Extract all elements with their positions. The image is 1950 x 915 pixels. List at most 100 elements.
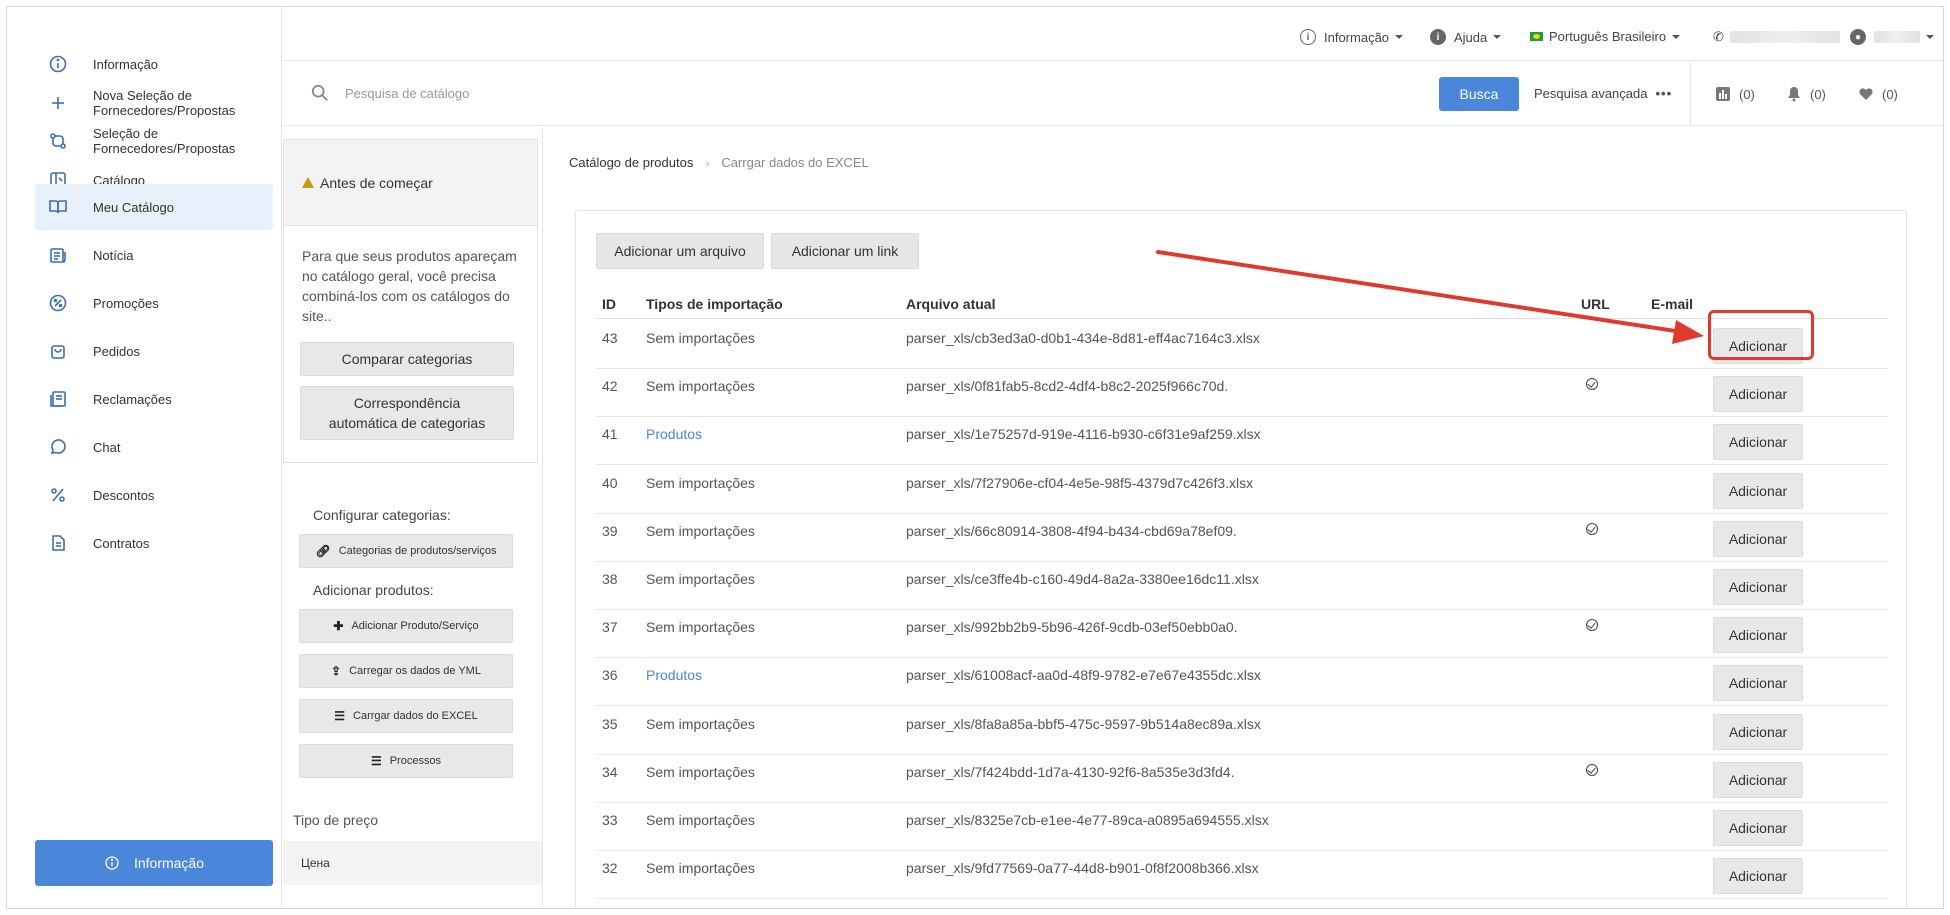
- load-excel-button[interactable]: ☰ Carrgar dados do EXCEL: [299, 699, 513, 733]
- table-row: 33 Sem importações parser_xls/8325e7cb-e1e…: [596, 803, 1888, 851]
- add-link-button[interactable]: Adicionar um link: [771, 233, 919, 269]
- before-start-header: Antes de começar: [283, 139, 538, 225]
- header-url: URL: [1581, 296, 1610, 312]
- bag-icon: [47, 340, 69, 362]
- add-file-button[interactable]: Adicionar um arquivo: [596, 233, 764, 269]
- language-menu-label: Português Brasileiro: [1549, 29, 1667, 44]
- catalog-side-panel: Antes de começar Para que seus produtos …: [283, 127, 543, 908]
- breadcrumb-root-link[interactable]: Catálogo de produtos: [569, 155, 693, 170]
- news-icon: [47, 244, 69, 266]
- book-icon: [47, 196, 69, 218]
- nav-item-reclamacoes[interactable]: Reclamações: [35, 376, 273, 422]
- nav-item-meu-catalogo[interactable]: Meu Catálogo: [35, 184, 273, 230]
- info-icon: i: [1300, 29, 1316, 45]
- nav-item-promocoes[interactable]: Promoções: [35, 280, 273, 326]
- username-redacted: [1874, 31, 1920, 43]
- cell-import-type: Sem importações: [646, 571, 755, 587]
- nav-item-contratos[interactable]: Contratos: [35, 520, 273, 566]
- add-button[interactable]: Adicionar: [1713, 569, 1803, 605]
- product-categories-button[interactable]: 🔗︎ Categorias de produtos/serviços: [299, 534, 513, 568]
- header-id: ID: [602, 296, 616, 312]
- header-email: E-mail: [1651, 296, 1694, 312]
- processes-button[interactable]: ☰ Processos: [299, 744, 513, 778]
- cell-current-file: parser_xls/ce3ffe4b-c160-49d4-8a2a-3380e…: [906, 571, 1259, 587]
- language-menu[interactable]: Português Brasileiro: [1530, 29, 1681, 44]
- before-start-title: Antes de começar: [320, 174, 433, 191]
- nav-item-descontos[interactable]: Descontos: [35, 472, 273, 518]
- cell-import-type[interactable]: Produtos: [646, 426, 702, 442]
- cell-import-type: Sem importações: [646, 522, 755, 539]
- list-icon: ☰: [370, 754, 382, 768]
- cell-id: 37: [602, 619, 618, 636]
- cell-current-file: parser_xls/8fa8a85a-bbf5-475c-9597-9b514…: [906, 715, 1261, 732]
- breadcrumb-separator: ›: [705, 155, 710, 170]
- add-product-label: Adicionar Produto/Serviço: [351, 620, 479, 632]
- notifications-counter[interactable]: (0): [1786, 86, 1826, 102]
- info-icon: [47, 53, 69, 75]
- nav-label: Chat: [93, 439, 121, 455]
- help-menu[interactable]: i Ajuda: [1430, 29, 1502, 45]
- add-button[interactable]: Adicionar: [1713, 617, 1803, 654]
- nav-label-line: Fornecedores/Propostas: [93, 103, 236, 118]
- info-button[interactable]: Informação: [35, 840, 273, 886]
- table-row: 32 Sem importações parser_xls/9fd77569-0a7…: [596, 851, 1888, 900]
- nav-item-chat[interactable]: Chat: [35, 424, 273, 470]
- cell-current-file: parser_xls/9fd77569-0a77-44d8-b901-0f8f2…: [906, 860, 1259, 877]
- cell-import-type[interactable]: Produtos: [646, 667, 702, 683]
- add-product-button[interactable]: ✚ Adicionar Produto/Serviço: [299, 609, 513, 643]
- add-button[interactable]: Adicionar: [1713, 328, 1803, 364]
- load-yml-button[interactable]: ⇪ Carregar os dados de YML: [299, 654, 513, 688]
- table-row: 34 Sem importações parser_xls/7f424bdd-1d7…: [596, 755, 1888, 803]
- swap-icon: [47, 130, 69, 152]
- notifications-count: (0): [1810, 86, 1826, 102]
- breadcrumb: Catálogo de produtos › Carrgar dados do …: [569, 155, 869, 170]
- plus-icon: [47, 92, 69, 114]
- advanced-search-link[interactable]: Pesquisa avançada •••: [1534, 86, 1672, 101]
- add-button[interactable]: Adicionar: [1713, 665, 1803, 702]
- user-menu[interactable]: ●: [1850, 29, 1934, 45]
- cell-id: 43: [602, 330, 618, 346]
- add-button[interactable]: Adicionar: [1713, 424, 1803, 461]
- cell-import-type: Sem importações: [646, 378, 755, 395]
- favorites-counter[interactable]: (0): [1858, 86, 1898, 102]
- price-type-option[interactable]: Цена: [283, 841, 542, 885]
- nav-label: Promoções: [93, 295, 159, 311]
- cell-id: 32: [602, 860, 618, 877]
- complaint-icon: [47, 388, 69, 410]
- add-button[interactable]: Adicionar: [1713, 858, 1803, 895]
- chevron-down-icon: [1395, 35, 1404, 39]
- nav-label: Notícia: [93, 247, 134, 263]
- phone-icon: ✆: [1713, 29, 1724, 44]
- add-button[interactable]: Adicionar: [1713, 810, 1803, 846]
- auto-match-categories-button[interactable]: Correspondência automática de categorias: [300, 386, 514, 440]
- nav-item-noticia[interactable]: Notícia: [35, 232, 273, 278]
- table-row: 38 Sem importações parser_xls/ce3ffe4b-c16…: [596, 562, 1888, 610]
- cell-import-type: Sem importações: [646, 330, 755, 346]
- cell-import-type: Sem importações: [646, 474, 755, 491]
- cell-import-type: Sem importações: [646, 763, 755, 780]
- add-button[interactable]: Adicionar: [1713, 761, 1803, 798]
- search-button[interactable]: Busca: [1439, 77, 1519, 111]
- phone-number-redacted: [1729, 31, 1840, 43]
- divider: [1690, 62, 1691, 126]
- add-button[interactable]: Adicionar: [1713, 376, 1803, 413]
- chat-icon: [47, 436, 69, 458]
- info-menu[interactable]: i Informação: [1300, 29, 1404, 45]
- add-button[interactable]: Adicionar: [1713, 472, 1803, 509]
- add-button[interactable]: Adicionar: [1713, 713, 1803, 750]
- table-row: 40 Sem importações parser_xls/7f27906e-cf0…: [596, 466, 1888, 514]
- configure-categories-label: Configurar categorias:: [313, 507, 451, 523]
- add-button[interactable]: Adicionar: [1713, 520, 1803, 557]
- stats-counter[interactable]: (0): [1715, 86, 1755, 102]
- nav-label-line: Fornecedores/Propostas: [93, 141, 236, 156]
- favorites-count: (0): [1882, 86, 1898, 102]
- search-input[interactable]: [345, 78, 1045, 108]
- cell-current-file: parser_xls/7f424bdd-1d7a-4130-92f6-8a535…: [906, 763, 1235, 780]
- info-menu-label: Informação: [1324, 29, 1390, 45]
- phone-menu[interactable]: ✆: [1713, 29, 1840, 45]
- import-card: Adicionar um arquivo Adicionar um link I…: [575, 210, 1907, 908]
- cell-current-file: parser_xls/8325e7cb-e1ee-4e77-89ca-a0895…: [906, 812, 1269, 828]
- compare-categories-button[interactable]: Comparar categorias: [300, 342, 514, 376]
- before-start-body: Para que seus produtos apareçam no catál…: [283, 225, 538, 463]
- nav-item-pedidos[interactable]: Pedidos: [35, 328, 273, 374]
